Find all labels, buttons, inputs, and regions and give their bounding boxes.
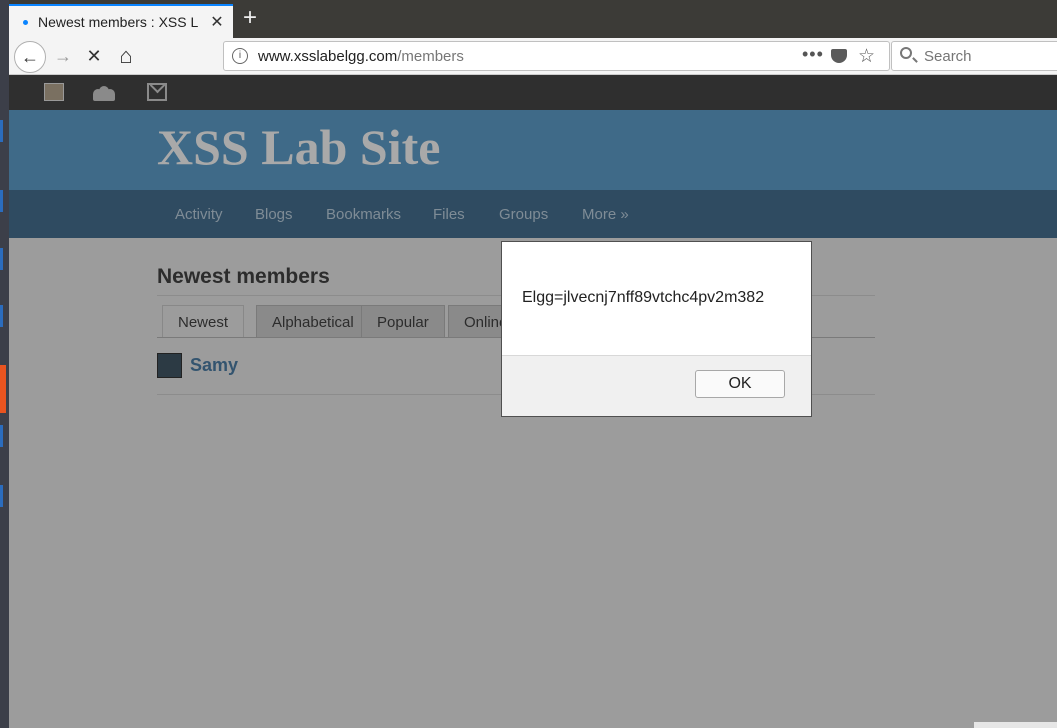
launcher-indicator xyxy=(0,248,3,270)
url-domain: www.xsslabelgg.com xyxy=(258,48,398,65)
ok-button[interactable]: OK xyxy=(695,370,785,398)
url-bar[interactable]: i www.xsslabelgg.com/members ••• ☆ xyxy=(223,41,890,71)
menu-item-more[interactable]: More » xyxy=(582,206,629,223)
search-bar[interactable] xyxy=(891,41,1057,71)
launcher-indicator xyxy=(0,120,3,142)
tab-newest[interactable]: Newest xyxy=(162,305,245,338)
elgg-topbar xyxy=(9,75,1057,110)
menu-item-blogs[interactable]: Blogs xyxy=(255,206,293,223)
alert-footer: OK xyxy=(502,355,811,416)
browser-tab-strip: Newest members : XSS L ✕ + xyxy=(9,0,1057,38)
loading-dot-icon xyxy=(23,19,28,25)
elgg-logo-icon[interactable] xyxy=(44,83,64,101)
menu-item-bookmarks[interactable]: Bookmarks xyxy=(326,206,401,223)
avatar[interactable] xyxy=(157,353,182,378)
friends-icon[interactable] xyxy=(93,83,115,101)
menu-item-groups[interactable]: Groups xyxy=(499,206,548,223)
launcher-indicator xyxy=(0,305,3,327)
page-title: Newest members xyxy=(157,265,330,288)
launcher-indicator xyxy=(0,190,3,212)
person-shape xyxy=(105,89,115,101)
info-icon[interactable]: i xyxy=(232,48,248,64)
tab-alphabetical[interactable]: Alphabetical xyxy=(256,305,370,338)
bookmark-star-icon[interactable]: ☆ xyxy=(858,45,875,68)
pocket-icon[interactable] xyxy=(831,49,847,63)
site-title[interactable]: XSS Lab Site xyxy=(157,118,440,176)
new-tab-button[interactable]: + xyxy=(239,6,261,30)
stop-button[interactable]: ✕ xyxy=(81,43,107,69)
back-button[interactable]: ← xyxy=(14,41,46,73)
url-path: /members xyxy=(397,48,464,65)
search-icon xyxy=(900,47,912,59)
menu-item-files[interactable]: Files xyxy=(433,206,465,223)
home-button[interactable]: ⌂ xyxy=(113,43,139,69)
page-actions-icon[interactable]: ••• xyxy=(802,44,824,65)
launcher-sidebar xyxy=(0,0,9,728)
messages-icon[interactable] xyxy=(147,83,167,101)
navigation-toolbar: ← → ✕ ⌂ i www.xsslabelgg.com/members •••… xyxy=(9,38,1057,75)
launcher-indicator xyxy=(0,485,3,507)
tab-title: Newest members : XSS L xyxy=(38,14,199,30)
menu-item-activity[interactable]: Activity xyxy=(175,206,223,223)
launcher-indicator xyxy=(0,425,3,447)
forward-button[interactable]: → xyxy=(50,43,76,69)
search-input[interactable] xyxy=(922,47,1052,66)
browser-tab[interactable]: Newest members : XSS L ✕ xyxy=(9,4,233,38)
scroll-corner xyxy=(974,722,1057,728)
url-text[interactable]: www.xsslabelgg.com/members xyxy=(258,48,464,65)
tab-popular[interactable]: Popular xyxy=(361,305,445,338)
launcher-active-indicator xyxy=(0,365,6,413)
alert-message: Elgg=jlvecnj7nff89vtchc4pv2m382 xyxy=(522,289,765,306)
tab-close-icon[interactable]: ✕ xyxy=(209,12,225,32)
member-name-link[interactable]: Samy xyxy=(190,355,238,376)
alert-dialog: Elgg=jlvecnj7nff89vtchc4pv2m382 OK xyxy=(501,241,812,417)
list-item: Samy xyxy=(157,353,238,378)
site-menu: Activity Blogs Bookmarks Files Groups Mo… xyxy=(9,190,1057,238)
site-header: XSS Lab Site xyxy=(9,110,1057,190)
